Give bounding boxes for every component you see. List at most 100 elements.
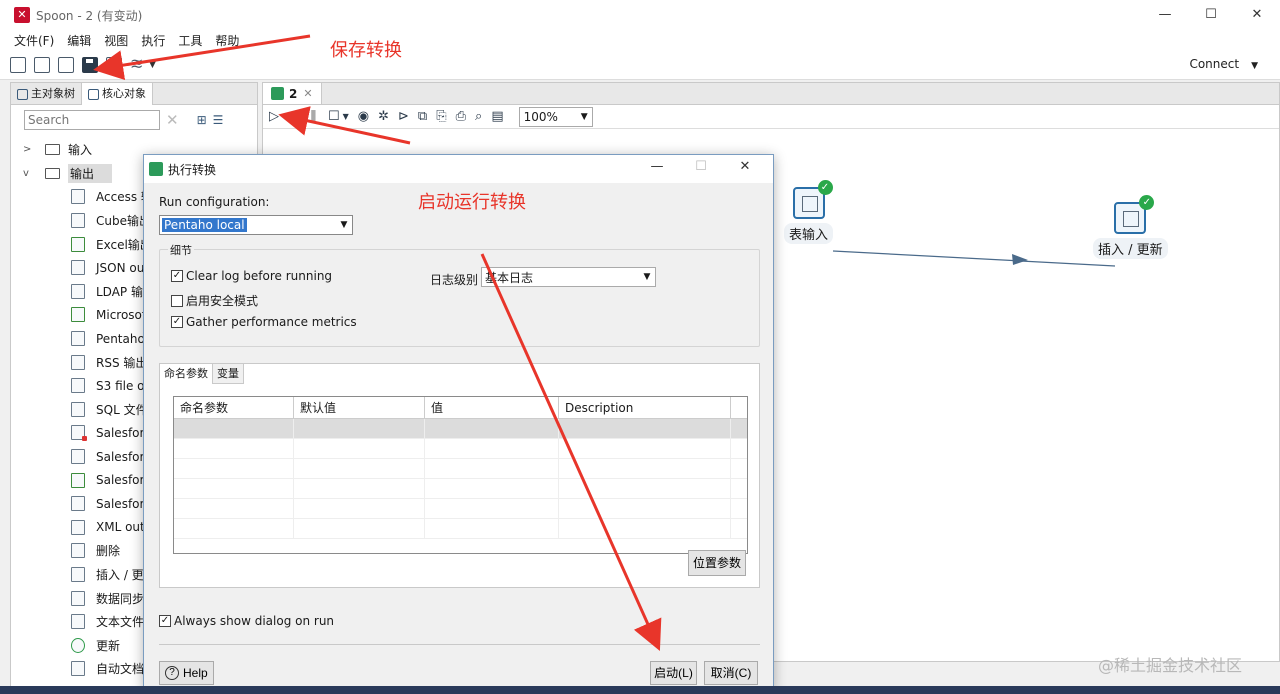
check-icon: ✓ — [817, 180, 833, 195]
help-button[interactable]: ? Help — [159, 661, 214, 685]
tab-transformation-label: 2 — [289, 86, 298, 101]
table-row[interactable] — [174, 459, 747, 479]
search-row: ✕ ⊞☰ — [11, 105, 257, 135]
tree-folder-label: 输入 — [68, 143, 93, 158]
search-input[interactable] — [24, 110, 160, 130]
access-output-icon — [71, 189, 85, 205]
zoom-select[interactable]: 100% ▼ — [518, 106, 593, 127]
save-as-icon[interactable] — [106, 56, 122, 73]
menu-file[interactable]: 文件(F) — [14, 32, 54, 49]
debug-icon[interactable]: ✲ — [378, 109, 389, 124]
salesforce-update-icon — [71, 472, 85, 488]
dialog-title-bar: 执行转换 — ☐ ✕ — [144, 155, 773, 183]
explore-repository-icon[interactable] — [58, 56, 74, 73]
chevron-right-icon[interactable]: > — [23, 144, 35, 155]
table-row[interactable] — [174, 479, 747, 499]
close-icon[interactable]: ✕ — [303, 87, 312, 100]
dialog-title: 执行转换 — [168, 162, 217, 177]
synchronize-icon — [71, 590, 85, 606]
column-header[interactable]: 值 — [425, 397, 559, 418]
minimize-button[interactable]: — — [1142, 0, 1188, 30]
tab-main-tree-label: 主对象树 — [31, 87, 75, 100]
step-insert-update[interactable]: ✓ 插入 / 更新 — [1093, 195, 1168, 259]
tab-transformation[interactable]: 2 ✕ — [263, 83, 322, 104]
always-show-option[interactable]: ✓ Always show dialog on run — [159, 614, 334, 628]
table-row[interactable] — [174, 419, 747, 439]
chevron-down-icon[interactable]: ▼ — [282, 112, 288, 121]
log-level-select[interactable]: 基本日志 ▼ — [481, 267, 656, 287]
left-panel-tabs: 主对象树 核心对象 — [11, 83, 257, 105]
checkbox-checked[interactable]: ✓ — [159, 615, 171, 627]
preview-icon[interactable]: ◉ — [358, 109, 369, 124]
sql-file-output-icon — [71, 401, 85, 417]
column-header[interactable]: 命名参数 — [174, 397, 294, 418]
connect-button[interactable]: Connect ▼ — [1189, 57, 1258, 71]
zoom-value: 100% — [523, 109, 558, 124]
layers-icon[interactable] — [130, 57, 146, 73]
expand-collapse-icon[interactable]: ⊞☰ — [197, 113, 230, 127]
open-folder-icon[interactable] — [34, 56, 50, 73]
step-table-input[interactable]: ✓ 表输入 — [784, 180, 834, 244]
clear-icon[interactable]: ✕ — [166, 111, 179, 129]
menu-help[interactable]: 帮助 — [215, 32, 239, 49]
excel-writer-icon — [71, 307, 85, 323]
tab-named-parameters[interactable]: 命名参数 — [160, 364, 213, 384]
tab-main-tree[interactable]: 主对象树 — [11, 83, 82, 105]
column-header[interactable]: 默认值 — [294, 397, 425, 418]
checkbox-checked[interactable]: ✓ — [171, 270, 183, 282]
safe-mode-option[interactable]: 启用安全模式 — [171, 292, 258, 309]
chevron-down-icon: ▼ — [1251, 61, 1258, 71]
position-parameters-button[interactable]: 位置参数 — [687, 550, 746, 576]
parameters-tabs: 命名参数 变量 — [160, 364, 244, 384]
run-config-label: Run configuration: — [159, 195, 270, 209]
insert-update-icon: ✓ — [1114, 195, 1155, 234]
menu-view[interactable]: 视图 — [104, 32, 128, 49]
folder-icon — [45, 144, 60, 156]
show-results-icon[interactable]: ▤ — [491, 109, 503, 124]
table-row[interactable] — [174, 439, 747, 459]
watermark: @稀土掘金技术社区 — [1098, 656, 1243, 675]
option-label: Clear log before running — [186, 269, 333, 283]
tab-core-objects[interactable]: 核心对象 — [82, 83, 153, 105]
impact-icon[interactable]: ⎘ — [436, 109, 446, 124]
option-label: 启用安全模式 — [186, 294, 259, 308]
cancel-button[interactable]: 取消(C) — [704, 661, 758, 685]
menu-edit[interactable]: 编辑 — [67, 32, 91, 49]
table-row[interactable] — [174, 519, 747, 539]
checkbox-unchecked[interactable] — [171, 294, 183, 307]
tree-item-label: 删除 — [96, 544, 121, 559]
run-icon[interactable]: ▷ — [269, 109, 279, 124]
chevron-down-icon[interactable]: ▼ — [343, 112, 349, 121]
pause-icon[interactable]: ❚❚ — [297, 109, 319, 124]
table-row[interactable] — [174, 499, 747, 519]
close-button[interactable]: ✕ — [1234, 0, 1280, 30]
save-icon[interactable] — [82, 56, 98, 73]
chevron-down-icon[interactable]: v — [23, 168, 35, 179]
replay-icon[interactable]: ⊳ — [398, 109, 409, 124]
performance-metrics-option[interactable]: ✓ Gather performance metrics — [171, 315, 357, 329]
column-header[interactable]: Description — [559, 397, 731, 418]
editor-toolbar: ▷ ▼ ❚❚ ☐ ▼ ◉ ✲ ⊳ ⧉ ⎘ ⎙ ⌕ ▤ 100% ▼ — [263, 105, 1279, 129]
close-button[interactable]: ✕ — [723, 159, 767, 174]
new-file-icon[interactable] — [10, 56, 26, 73]
minimize-button[interactable]: — — [635, 159, 679, 174]
sql-icon[interactable]: ⎙ — [456, 109, 466, 124]
menu-tools[interactable]: 工具 — [178, 32, 202, 49]
run-config-select[interactable]: Pentaho local ▼ — [159, 215, 353, 235]
menu-run[interactable]: 执行 — [141, 32, 165, 49]
maximize-button[interactable]: ☐ — [1188, 0, 1234, 30]
table-header: 命名参数 默认值 值 Description — [174, 397, 747, 419]
launch-button[interactable]: 启动(L) — [650, 661, 697, 685]
verify-icon[interactable]: ⧉ — [418, 109, 427, 124]
run-annotation: 启动运行转换 — [418, 192, 526, 213]
s3-file-output-icon — [71, 378, 85, 394]
stop-icon[interactable]: ☐ — [328, 109, 340, 124]
tree-item-label: 数据同步 — [96, 591, 145, 606]
clear-log-option[interactable]: ✓ Clear log before running — [171, 269, 332, 283]
tab-variables[interactable]: 变量 — [213, 364, 244, 384]
cube-output-icon — [71, 213, 85, 229]
checkbox-checked[interactable]: ✓ — [171, 316, 183, 328]
chevron-down-icon[interactable]: ▼ — [149, 60, 156, 70]
explore-db-icon[interactable]: ⌕ — [475, 109, 482, 124]
excel-output-icon — [71, 236, 85, 252]
